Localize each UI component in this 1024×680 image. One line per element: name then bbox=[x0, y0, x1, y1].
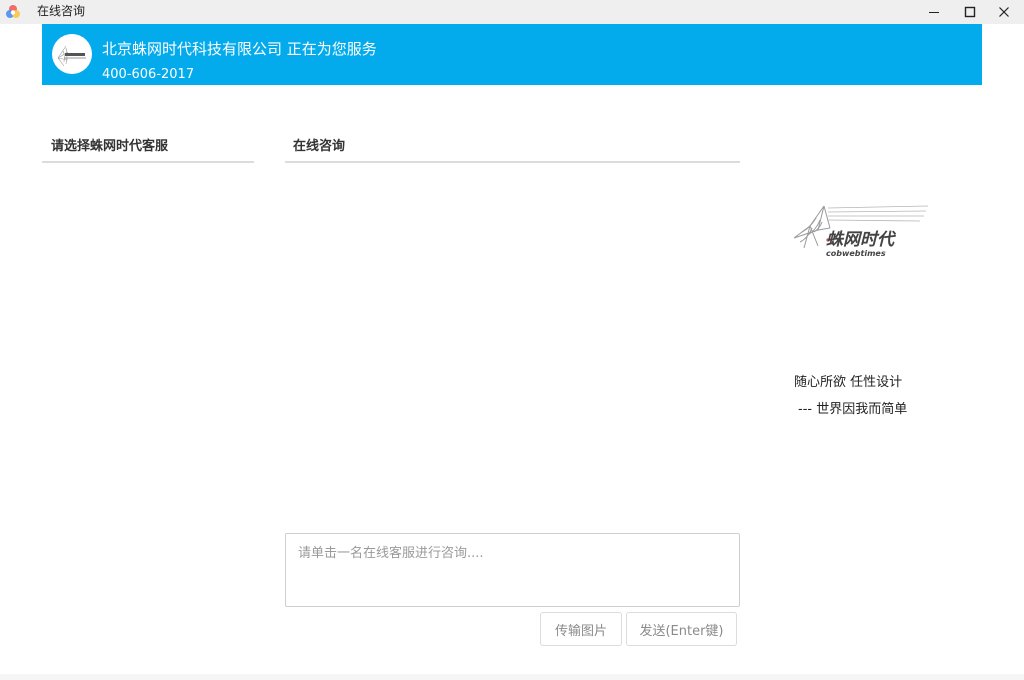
upload-image-button[interactable]: 传输图片 bbox=[540, 612, 622, 646]
company-status-text: 北京蛛网时代科技有限公司 正在为您服务 bbox=[102, 40, 377, 58]
chat-header: 在线咨询 bbox=[285, 128, 740, 163]
maximize-button[interactable] bbox=[953, 0, 987, 24]
close-button[interactable] bbox=[987, 0, 1021, 24]
slogan-line-1: 随心所欲 任性设计 bbox=[794, 375, 903, 390]
window-titlebar: 在线咨询 bbox=[0, 0, 1024, 24]
cobweb-times-logo-icon: 蛛网时代 cobwebtimes bbox=[793, 205, 929, 258]
message-input[interactable] bbox=[285, 533, 740, 607]
svg-text:cobwebtimes: cobwebtimes bbox=[826, 249, 886, 258]
svg-text:蛛网时代: 蛛网时代 bbox=[826, 230, 897, 250]
minimize-button[interactable] bbox=[917, 0, 951, 24]
company-phone: 400-606-2017 bbox=[102, 67, 195, 82]
slogan-line-2: --- 世界因我而简单 bbox=[798, 402, 908, 417]
app-icon bbox=[6, 5, 20, 18]
close-icon bbox=[999, 7, 1009, 17]
minimize-icon bbox=[929, 12, 939, 13]
chat-log[interactable] bbox=[285, 163, 740, 528]
agent-list-title: 请选择蛛网时代客服 bbox=[51, 139, 169, 154]
company-logo bbox=[52, 34, 92, 74]
chat-title: 在线咨询 bbox=[293, 139, 346, 154]
agent-list-header: 请选择蛛网时代客服 bbox=[42, 128, 254, 163]
bottom-strip bbox=[0, 674, 1024, 680]
cobweb-logo-icon bbox=[53, 35, 91, 73]
window-title: 在线咨询 bbox=[37, 4, 86, 18]
send-button[interactable]: 发送(Enter键) bbox=[626, 612, 737, 646]
service-banner: 北京蛛网时代科技有限公司 正在为您服务 400-606-2017 bbox=[42, 24, 982, 85]
maximize-icon bbox=[964, 6, 976, 18]
